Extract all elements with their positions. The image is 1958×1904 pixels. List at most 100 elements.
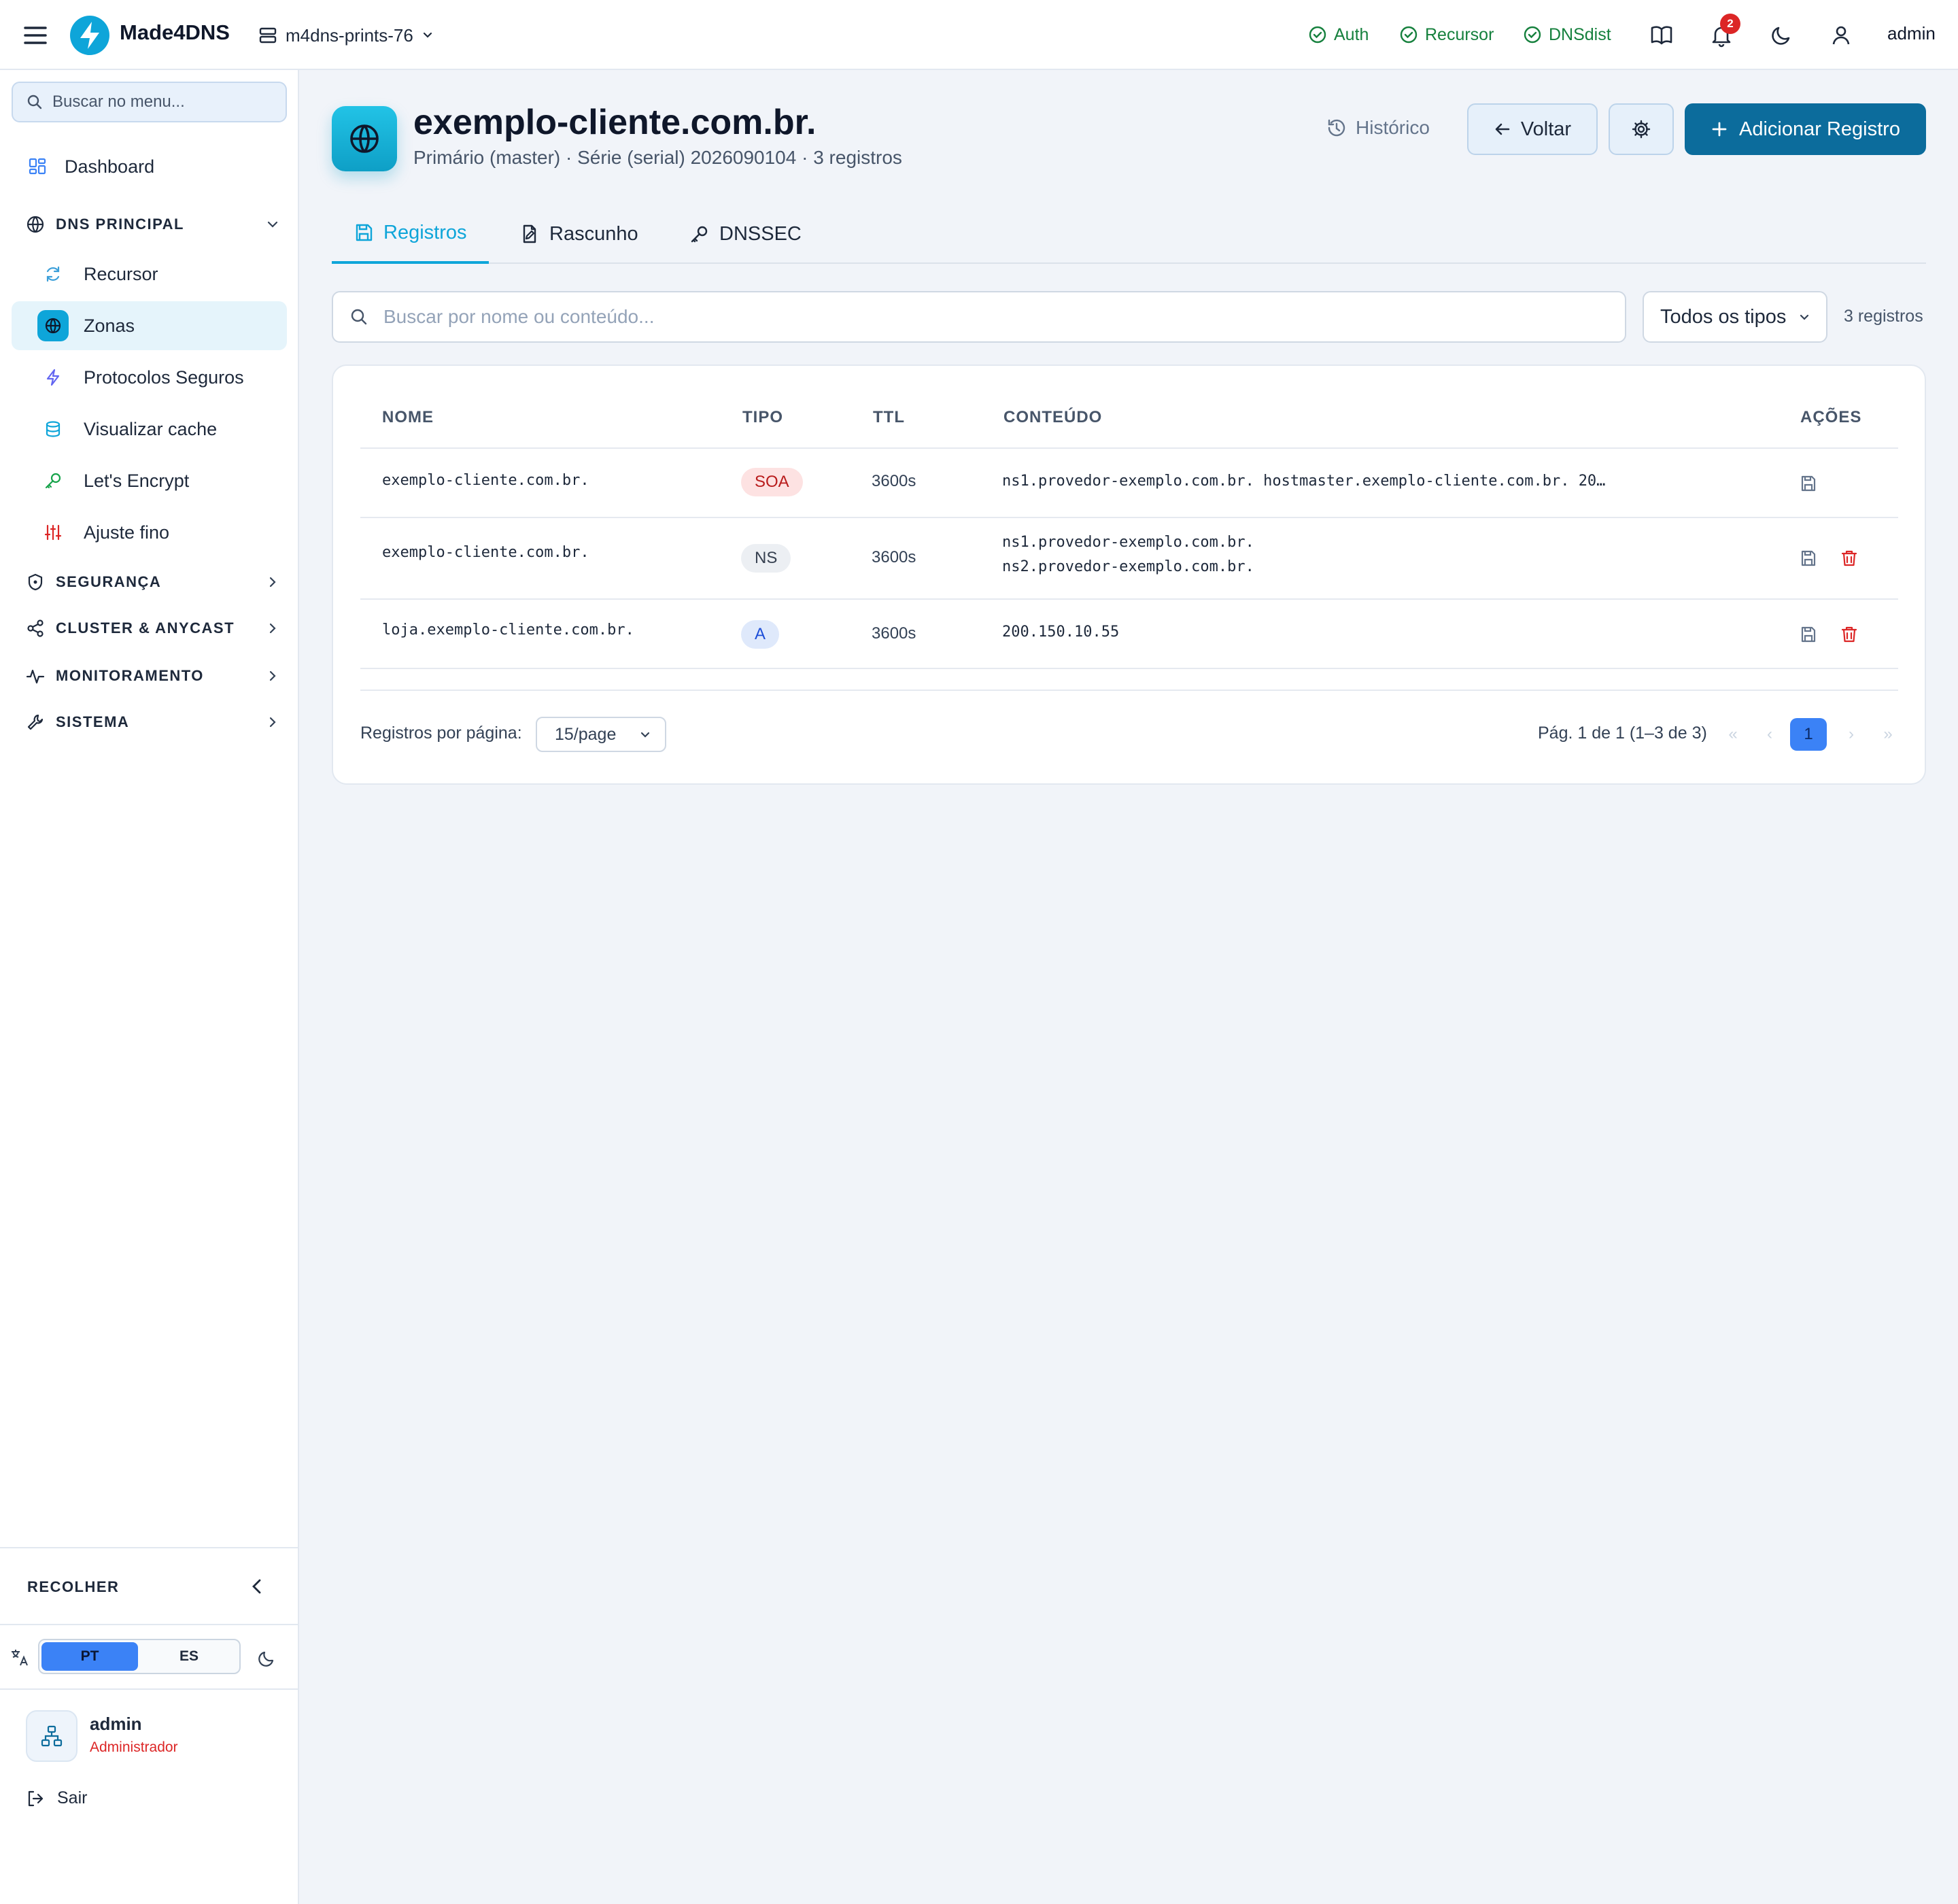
table-divider: [360, 668, 1898, 669]
first-page-button[interactable]: «: [1715, 718, 1751, 751]
save-record-icon[interactable]: [1797, 547, 1820, 570]
sliders-icon: [37, 517, 69, 548]
gear-icon: [1632, 120, 1651, 139]
chevron-down-icon: [267, 221, 278, 228]
next-page-button[interactable]: ›: [1833, 718, 1870, 751]
moon-icon[interactable]: [257, 1648, 276, 1667]
zone-subtitle: Primário (master) · Série (serial) 20260…: [413, 147, 902, 168]
type-filter-select[interactable]: Todos os tipos: [1643, 291, 1827, 343]
status-recursor[interactable]: Recursor: [1399, 22, 1494, 47]
language-row: PT ES: [0, 1625, 298, 1690]
history-button[interactable]: Histórico: [1326, 114, 1430, 141]
section-monitoramento[interactable]: MONITORAMENTO: [26, 659, 276, 693]
record-content-line: ns2.provedor-exemplo.com.br.: [1002, 558, 1254, 575]
database-icon: [37, 413, 69, 445]
status-dnsdist[interactable]: DNSdist: [1523, 22, 1611, 47]
sidebar-item-label: Zonas: [84, 315, 135, 336]
sidebar-item-label: Let's Encrypt: [84, 470, 190, 491]
record-content-line: ns1.provedor-exemplo.com.br.: [1002, 534, 1254, 551]
table-row[interactable]: exemplo-cliente.com.br. NS 3600s ns1.pro…: [360, 517, 1898, 598]
history-icon: [1328, 119, 1345, 137]
avatar: [26, 1710, 78, 1762]
section-dns-principal[interactable]: DNS PRINCIPAL: [26, 207, 278, 241]
sidebar-item-protocolos-seguros[interactable]: Protocolos Seguros: [12, 353, 287, 402]
page-1-button[interactable]: 1: [1790, 718, 1827, 751]
menu-icon[interactable]: [23, 24, 48, 46]
last-page-button[interactable]: »: [1870, 718, 1906, 751]
record-content: ns1.provedor-exemplo.com.br. hostmaster.…: [1002, 473, 1606, 490]
tab-registros[interactable]: Registros: [332, 204, 489, 264]
moon-icon[interactable]: [1768, 22, 1795, 49]
plus-icon: [1712, 122, 1727, 137]
column-header-nome[interactable]: NOME: [382, 408, 434, 427]
per-page-value: 15/page: [555, 724, 617, 744]
sidebar-item-lets-encrypt[interactable]: Let's Encrypt: [12, 456, 287, 505]
logout-label: Sair: [57, 1788, 88, 1807]
record-type-badge: A: [741, 620, 780, 649]
zone-tabs: Registros Rascunho DNSSEC: [332, 204, 1926, 264]
logout-button[interactable]: Sair: [26, 1788, 87, 1808]
activity-icon: [26, 669, 45, 684]
wrench-icon: [27, 714, 44, 730]
user-name: admin: [90, 1714, 142, 1734]
section-label: MONITORAMENTO: [56, 667, 204, 684]
column-header-conteudo[interactable]: CONTEÚDO: [1003, 408, 1102, 427]
refresh-icon: [37, 258, 69, 290]
docs-book-icon[interactable]: [1648, 22, 1675, 49]
add-record-button[interactable]: Adicionar Registro: [1685, 103, 1926, 155]
sidebar-item-zonas[interactable]: Zonas: [12, 301, 287, 350]
lang-es-button[interactable]: ES: [141, 1642, 237, 1671]
check-circle-icon: [1524, 26, 1541, 44]
sidebar-item-label: Visualizar cache: [84, 418, 218, 439]
key-icon: [691, 226, 708, 243]
tab-dnssec[interactable]: DNSSEC: [689, 204, 802, 264]
column-header-acoes: AÇÕES: [1800, 408, 1862, 426]
tab-label: Registros: [383, 221, 467, 243]
check-circle-icon: [1400, 26, 1418, 44]
record-search-input[interactable]: [383, 306, 1594, 328]
lang-pt-button[interactable]: PT: [41, 1642, 138, 1671]
history-label: Histórico: [1356, 117, 1430, 138]
table-row[interactable]: loja.exemplo-cliente.com.br. A 3600s 200…: [360, 598, 1898, 668]
sidebar-item-label: Recursor: [84, 263, 158, 284]
server-selector[interactable]: m4dns-prints-76: [258, 22, 434, 49]
collapse-sidebar[interactable]: RECOLHER: [0, 1547, 298, 1625]
sidebar-item-visualizar-cache[interactable]: Visualizar cache: [12, 405, 287, 454]
back-button[interactable]: Voltar: [1467, 103, 1598, 155]
brand-name[interactable]: Made4DNS: [120, 20, 230, 45]
save-record-icon[interactable]: [1797, 623, 1820, 646]
settings-button[interactable]: [1609, 103, 1674, 155]
record-type-badge: SOA: [741, 468, 803, 496]
per-page-select[interactable]: 15/page: [536, 717, 666, 752]
sidebar-item-label: Protocolos Seguros: [84, 367, 244, 388]
tab-label: DNSSEC: [719, 222, 802, 245]
chevron-down-icon: [1800, 314, 1809, 320]
notification-badge: 2: [1720, 14, 1740, 34]
section-seguranca[interactable]: SEGURANÇA: [26, 565, 276, 599]
chevron-right-icon: [269, 717, 276, 728]
sidebar-item-recursor[interactable]: Recursor: [12, 250, 287, 299]
section-sistema[interactable]: SISTEMA: [26, 705, 276, 739]
sidebar-item-ajuste-fino[interactable]: Ajuste fino: [12, 508, 287, 557]
column-header-tipo[interactable]: TIPO: [742, 408, 783, 427]
file-edit-icon: [523, 224, 536, 243]
sidebar-search[interactable]: Buscar no menu...: [12, 82, 287, 122]
status-auth[interactable]: Auth: [1308, 22, 1369, 47]
prev-page-button[interactable]: ‹: [1751, 718, 1788, 751]
delete-record-icon[interactable]: [1838, 547, 1861, 570]
record-search: [332, 291, 1626, 343]
footer-divider: [360, 690, 1898, 691]
sidebar-item-dashboard[interactable]: Dashboard: [12, 142, 287, 191]
globe-icon: [37, 310, 69, 341]
tab-rascunho[interactable]: Rascunho: [519, 204, 638, 264]
user-icon[interactable]: [1827, 22, 1855, 49]
globe-icon: [27, 216, 44, 233]
page-title: exemplo-cliente.com.br.: [413, 103, 817, 142]
delete-record-icon[interactable]: [1838, 623, 1861, 646]
section-cluster-anycast[interactable]: CLUSTER & ANYCAST: [26, 611, 276, 645]
user-menu-label[interactable]: admin: [1887, 23, 1936, 44]
table-row[interactable]: exemplo-cliente.com.br. SOA 3600s ns1.pr…: [360, 447, 1898, 517]
chevron-left-icon[interactable]: [247, 1577, 267, 1596]
column-header-ttl[interactable]: TTL: [873, 408, 905, 427]
save-record-icon[interactable]: [1797, 472, 1820, 495]
